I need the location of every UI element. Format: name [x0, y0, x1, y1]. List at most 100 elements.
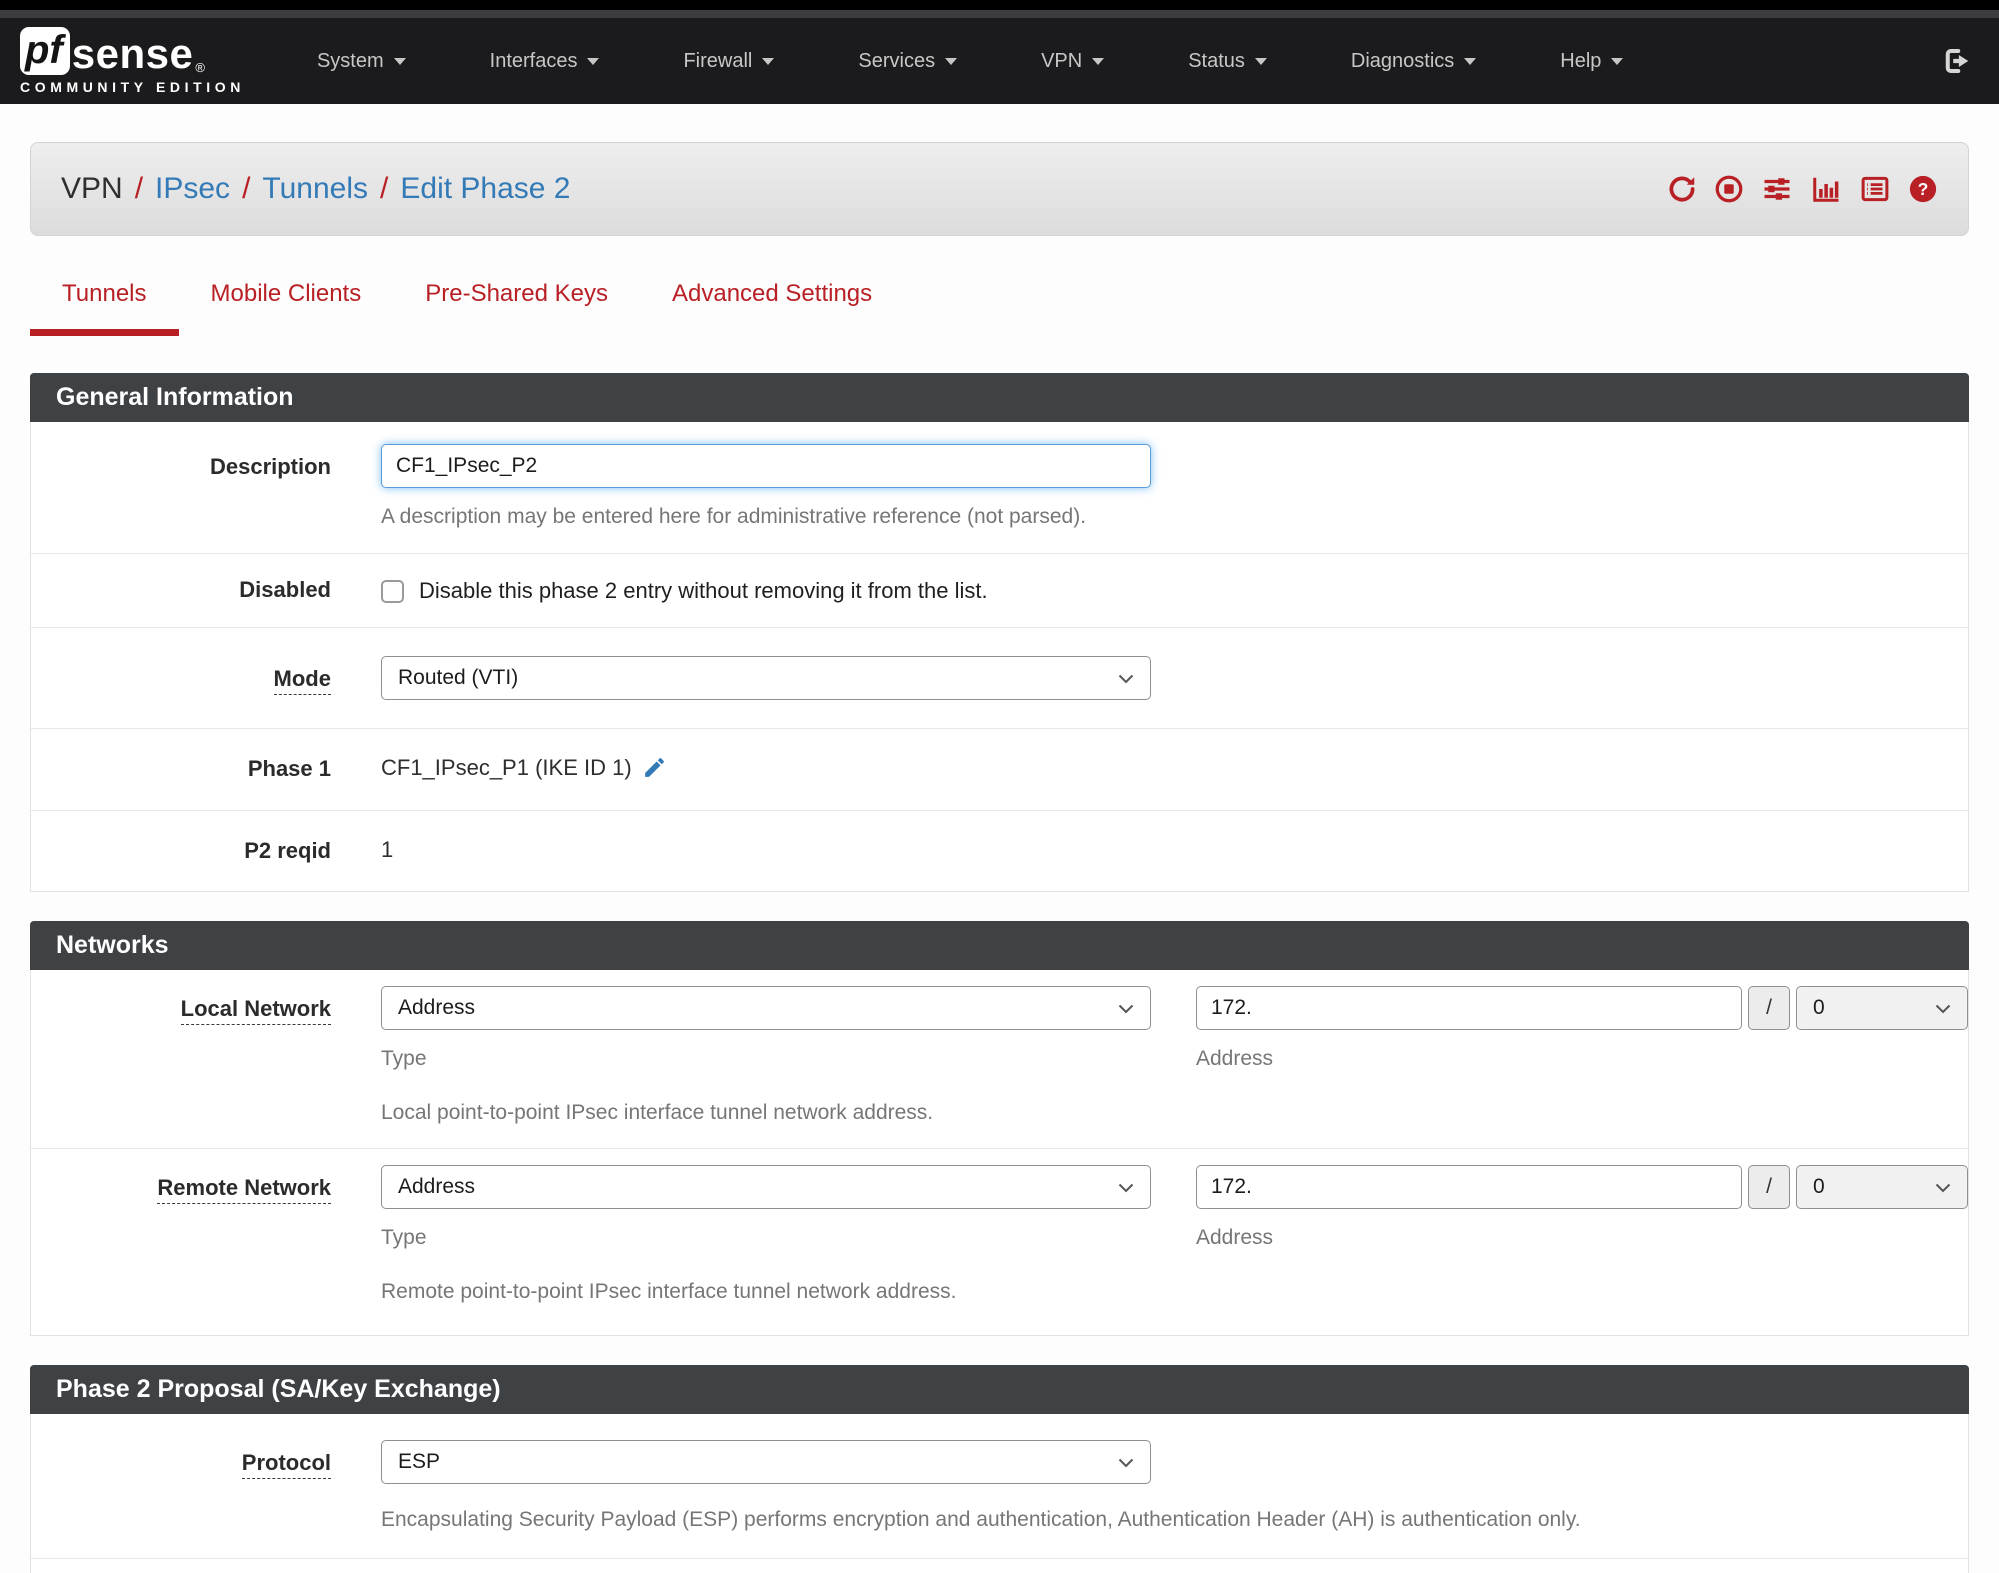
panel-phase2-proposal: Phase 2 Proposal (SA/Key Exchange) Proto…: [30, 1364, 1969, 1573]
log-list-icon[interactable]: [1859, 174, 1891, 204]
local-network-label: Local Network: [31, 986, 331, 1026]
panel-title: Phase 2 Proposal (SA/Key Exchange): [30, 1364, 1969, 1414]
slash-addon: /: [1748, 986, 1790, 1031]
nav-item-status[interactable]: Status: [1146, 18, 1309, 104]
phase1-value: CF1_IPsec_P1 (IKE ID 1): [381, 754, 632, 780]
nav-item-diagnostics[interactable]: Diagnostics: [1309, 18, 1518, 104]
panel-general-information: General Information Description A descri…: [30, 373, 1969, 893]
breadcrumb-link-edit-phase2[interactable]: Edit Phase 2: [400, 172, 570, 206]
panel-title: General Information: [30, 373, 1969, 422]
remote-network-address-input[interactable]: [1196, 1164, 1742, 1209]
pf-logo-box: pf: [20, 27, 70, 75]
description-help: A description may be entered here for ad…: [381, 505, 1087, 528]
nav-item-firewall[interactable]: Firewall: [641, 18, 816, 104]
protocol-help: Encapsulating Security Payload (ESP) per…: [381, 1507, 1581, 1531]
chevron-down-icon: [1118, 666, 1134, 690]
breadcrumb-link-ipsec[interactable]: IPsec: [155, 172, 230, 206]
nav-item-system[interactable]: System: [275, 18, 448, 104]
breadcrumb-current: VPN: [61, 172, 123, 205]
mode-row: Mode Routed (VTI): [31, 628, 1968, 729]
breadcrumb-panel: VPN / IPsec / Tunnels / Edit Phase 2 ?: [30, 142, 1969, 236]
disabled-checkbox-label: Disable this phase 2 entry without remov…: [419, 578, 988, 604]
breadcrumb-link-tunnels[interactable]: Tunnels: [262, 172, 368, 206]
top-navbar: pf sense ® COMMUNITY EDITION System Inte…: [0, 18, 1999, 104]
type-help: Type: [381, 1225, 427, 1249]
breadcrumb-separator: /: [134, 172, 144, 205]
p2reqid-row: P2 reqid 1: [31, 811, 1968, 892]
chevron-down-icon: [1935, 1175, 1951, 1199]
community-edition-label: COMMUNITY EDITION: [20, 79, 245, 95]
stop-icon[interactable]: [1714, 174, 1744, 204]
chevron-down-icon: [1118, 1175, 1134, 1199]
address-help: Address: [1196, 1047, 1274, 1071]
pfsense-logo[interactable]: pf sense ® COMMUNITY EDITION: [20, 27, 245, 95]
phase1-label: Phase 1: [247, 755, 331, 781]
nav-item-interfaces[interactable]: Interfaces: [448, 18, 642, 104]
remote-network-label: Remote Network: [31, 1165, 331, 1204]
page-content: VPN / IPsec / Tunnels / Edit Phase 2 ? T…: [0, 142, 1999, 1573]
tab-pre-shared-keys[interactable]: Pre-Shared Keys: [393, 280, 640, 336]
edit-phase1-icon[interactable]: [642, 755, 667, 780]
chevron-down-icon: [1935, 996, 1951, 1020]
sense-logo-text: sense: [71, 30, 194, 77]
status-chart-icon[interactable]: [1810, 174, 1842, 204]
tab-mobile-clients[interactable]: Mobile Clients: [179, 280, 394, 336]
help-icon[interactable]: ?: [1908, 174, 1938, 204]
p2reqid-value: 1: [381, 836, 394, 862]
nav-item-services[interactable]: Services: [816, 18, 999, 104]
disabled-checkbox-row: Disable this phase 2 entry without remov…: [381, 576, 1968, 604]
top-strip-shadow: [0, 10, 1999, 18]
description-label: Description: [209, 454, 331, 479]
local-network-type-select[interactable]: Address: [381, 986, 1151, 1031]
chevron-down-icon: [1254, 57, 1267, 65]
chevron-down-icon: [1118, 996, 1134, 1020]
nav-item-help[interactable]: Help: [1518, 18, 1665, 104]
description-input[interactable]: [381, 444, 1151, 488]
chevron-down-icon: [1118, 1450, 1134, 1474]
chevron-down-icon: [1092, 57, 1105, 65]
panel-title: Networks: [30, 921, 1969, 971]
mode-select[interactable]: Routed (VTI): [381, 655, 1151, 700]
phase1-row: Phase 1 CF1_IPsec_P1 (IKE ID 1): [31, 729, 1968, 811]
svg-text:?: ?: [1918, 179, 1929, 199]
disabled-row: Disabled Disable this phase 2 entry with…: [31, 554, 1968, 628]
breadcrumb: VPN / IPsec / Tunnels / Edit Phase 2: [61, 172, 571, 206]
slash-addon: /: [1748, 1164, 1790, 1209]
main-menu: System Interfaces Firewall Services VPN …: [275, 18, 1665, 104]
description-row: Description A description may be entered…: [31, 422, 1968, 555]
breadcrumb-separator: /: [380, 172, 389, 205]
remote-network-help: Remote point-to-point IPsec interface tu…: [381, 1280, 957, 1304]
chevron-down-icon: [587, 57, 600, 65]
sign-out-icon[interactable]: [1941, 46, 1973, 76]
tab-tunnels[interactable]: Tunnels: [30, 280, 179, 336]
protocol-select[interactable]: ESP: [381, 1439, 1151, 1484]
disabled-checkbox[interactable]: [381, 579, 404, 603]
disabled-label: Disabled: [239, 577, 331, 603]
refresh-icon[interactable]: [1667, 174, 1697, 204]
breadcrumb-actions: ?: [1667, 174, 1938, 204]
nav-item-vpn[interactable]: VPN: [999, 18, 1146, 104]
p2reqid-label: P2 reqid: [244, 837, 331, 863]
remote-network-row: Remote Network Address Type 172. / 0 Add…: [31, 1149, 1968, 1335]
top-strip: [0, 0, 1999, 10]
sliders-icon[interactable]: [1761, 174, 1793, 204]
address-help: Address: [1196, 1225, 1274, 1249]
remote-network-mask-select[interactable]: 0: [1796, 1164, 1968, 1209]
breadcrumb-separator: /: [242, 172, 251, 205]
mode-label: Mode: [31, 656, 331, 695]
tab-advanced-settings[interactable]: Advanced Settings: [640, 280, 904, 336]
local-network-address-input[interactable]: [1196, 986, 1742, 1031]
encryption-aes-row: Encryption Algorithms AES 256 bits: [31, 1559, 1968, 1573]
registered-mark: ®: [195, 60, 205, 75]
protocol-row: Protocol ESP Encapsulating Security Payl…: [31, 1414, 1968, 1559]
chevron-down-icon: [393, 57, 406, 65]
local-network-row: Local Network Address Type 172. / 0 Addr…: [31, 970, 1968, 1149]
remote-network-type-select[interactable]: Address: [381, 1164, 1151, 1209]
protocol-label: Protocol: [31, 1440, 331, 1479]
local-network-mask-select[interactable]: 0: [1796, 986, 1968, 1031]
chevron-down-icon: [945, 57, 958, 65]
local-network-help: Local point-to-point IPsec interface tun…: [381, 1101, 934, 1125]
panel-networks: Networks Local Network Address Type 172.…: [30, 921, 1969, 1336]
section-tabs: Tunnels Mobile Clients Pre-Shared Keys A…: [30, 280, 1969, 336]
type-help: Type: [381, 1047, 427, 1071]
